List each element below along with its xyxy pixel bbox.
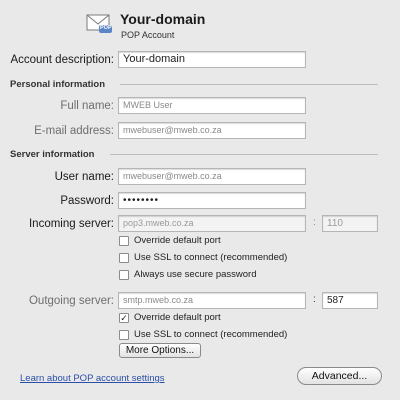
password-label: Password: <box>60 195 114 207</box>
account-description-field[interactable]: Your-domain <box>118 51 306 68</box>
outgoing-ssl-label: Use SSL to connect (recommended) <box>134 329 288 340</box>
full-name-label: Full name: <box>60 100 114 112</box>
envelope-icon: POP <box>86 14 112 34</box>
more-options-button[interactable]: More Options... <box>119 343 201 358</box>
port-separator: : <box>313 294 316 305</box>
override-outgoing-port-label: Override default port <box>134 312 221 323</box>
email-address-label: E-mail address: <box>34 125 114 137</box>
section-personal-information: Personal information <box>10 79 106 90</box>
incoming-server-field[interactable]: pop3.mweb.co.za <box>118 215 306 232</box>
email-address-field[interactable]: mwebuser@mweb.co.za <box>118 122 306 139</box>
port-separator: : <box>313 217 316 228</box>
learn-pop-settings-link[interactable]: Learn about POP account settings <box>20 373 165 384</box>
account-type: POP Account <box>121 30 175 40</box>
divider <box>120 84 378 85</box>
outgoing-server-field[interactable]: smtp.mweb.co.za <box>118 292 306 309</box>
full-name-field[interactable]: MWEB User <box>118 97 306 114</box>
section-server-information: Server information <box>10 149 95 160</box>
pop-badge-text: POP <box>100 25 112 31</box>
incoming-port-field[interactable]: 110 <box>322 215 378 232</box>
advanced-button[interactable]: Advanced... <box>297 367 382 385</box>
outgoing-ssl-checkbox[interactable] <box>119 330 129 340</box>
incoming-ssl-checkbox[interactable] <box>119 253 129 263</box>
incoming-ssl-label: Use SSL to connect (recommended) <box>134 252 288 263</box>
incoming-server-label: Incoming server: <box>28 218 114 230</box>
user-name-field[interactable]: mwebuser@mweb.co.za <box>118 168 306 185</box>
account-description-label: Account description: <box>10 54 114 66</box>
secure-password-label: Always use secure password <box>134 269 257 280</box>
account-title: Your-domain <box>120 11 206 27</box>
checkmark: ✓ <box>120 313 128 323</box>
override-outgoing-port-checkbox[interactable]: ✓ <box>119 313 129 323</box>
override-incoming-port-checkbox[interactable] <box>119 236 129 246</box>
outgoing-server-label: Outgoing server: <box>28 295 114 307</box>
divider <box>110 154 378 155</box>
password-field[interactable]: •••••••• <box>118 192 306 209</box>
outgoing-port-field[interactable]: 587 <box>322 292 378 309</box>
secure-password-checkbox[interactable] <box>119 270 129 280</box>
user-name-label: User name: <box>54 171 114 183</box>
override-incoming-port-label: Override default port <box>134 235 221 246</box>
